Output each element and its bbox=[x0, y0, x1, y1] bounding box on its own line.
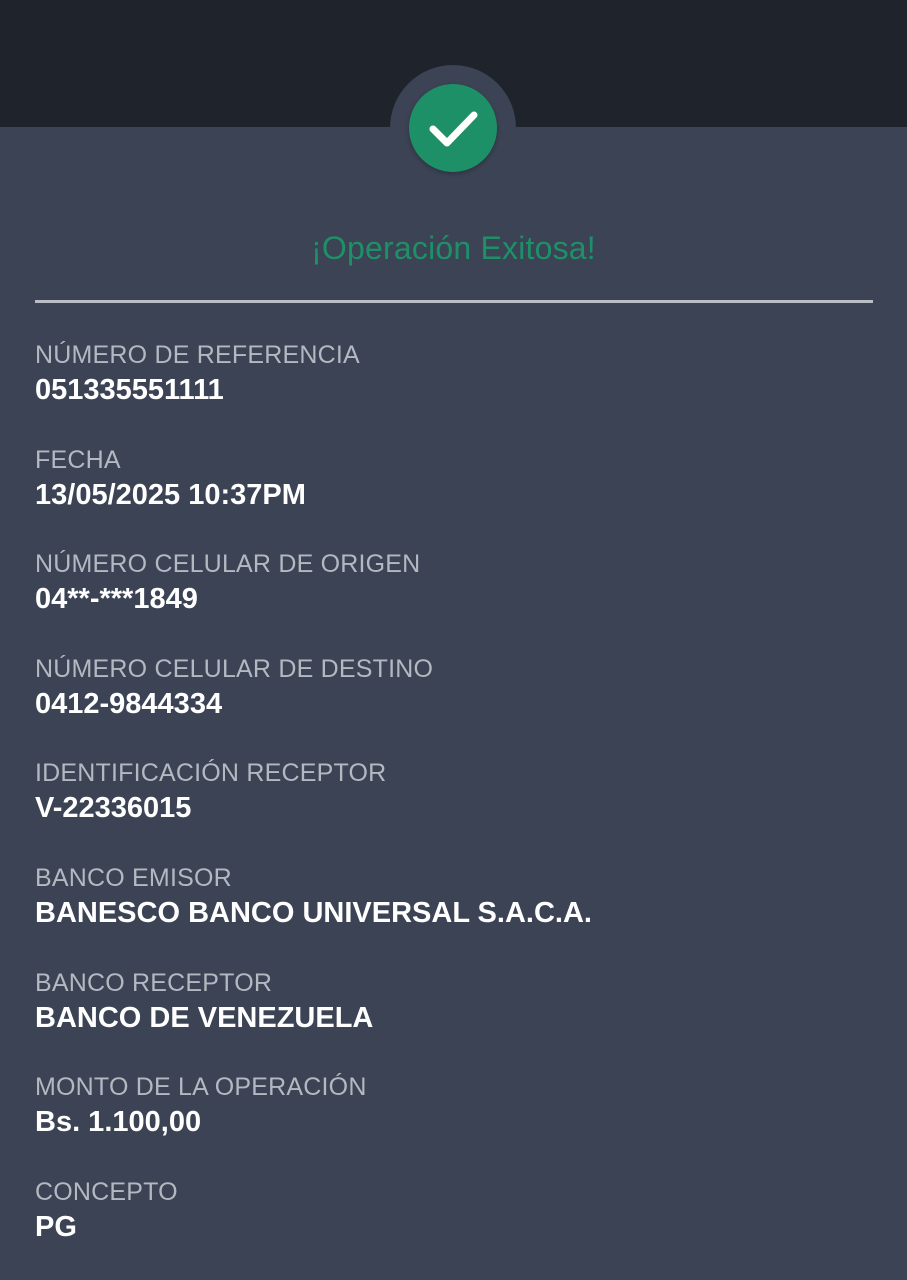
detail-label: NÚMERO CELULAR DE DESTINO bbox=[35, 654, 434, 683]
detail-value: 051335551111 bbox=[35, 374, 224, 406]
detail-reference-number: NÚMERO DE REFERENCIA 051335551111 bbox=[35, 338, 873, 443]
detail-label: IDENTIFICACIÓN RECEPTOR bbox=[35, 759, 387, 788]
detail-label: MONTO DE LA OPERACIÓN bbox=[35, 1073, 367, 1102]
detail-value: 0412-9844334 bbox=[35, 687, 223, 720]
detail-value: BANESCO BANCO UNIVERSAL S.A.C.A. bbox=[35, 896, 592, 929]
detail-label: CONCEPTO bbox=[35, 1177, 178, 1206]
detail-issuing-bank: BANCO EMISOR BANESCO BANCO UNIVERSAL S.A… bbox=[35, 861, 873, 966]
check-icon bbox=[429, 111, 478, 147]
detail-value: BANCO DE VENEZUELA bbox=[35, 1001, 374, 1034]
detail-concept: CONCEPTO PG bbox=[35, 1175, 873, 1280]
detail-value: 04**-***1849 bbox=[35, 583, 198, 616]
detail-value: PG bbox=[35, 1210, 77, 1243]
detail-label: NÚMERO DE REFERENCIA bbox=[35, 341, 360, 369]
detail-value: 13/05/2025 10:37PM bbox=[35, 478, 306, 511]
detail-label: NÚMERO CELULAR DE ORIGEN bbox=[35, 550, 421, 579]
detail-amount: MONTO DE LA OPERACIÓN Bs. 1.100,00 bbox=[35, 1070, 873, 1175]
detail-destination-phone: NÚMERO CELULAR DE DESTINO 0412-9844334 bbox=[35, 652, 873, 757]
status-title: ¡Operación Exitosa! bbox=[311, 230, 596, 266]
detail-date: FECHA 13/05/2025 10:37PM bbox=[35, 443, 873, 548]
detail-label: BANCO EMISOR bbox=[35, 863, 232, 892]
detail-receiving-bank: BANCO RECEPTOR BANCO DE VENEZUELA bbox=[35, 966, 873, 1071]
success-badge bbox=[409, 84, 497, 172]
detail-receiver-id: IDENTIFICACIÓN RECEPTOR V-22336015 bbox=[35, 756, 873, 861]
detail-label: BANCO RECEPTOR bbox=[35, 968, 273, 997]
divider bbox=[35, 300, 873, 303]
detail-value: V-22336015 bbox=[35, 792, 192, 825]
operation-details: NÚMERO DE REFERENCIA 051335551111 FECHA … bbox=[35, 338, 873, 1279]
receipt-screen: ¡Operación Exitosa! NÚMERO DE REFERENCIA… bbox=[0, 0, 907, 1280]
detail-label: FECHA bbox=[35, 445, 121, 474]
detail-value: Bs. 1.100,00 bbox=[35, 1106, 202, 1139]
detail-origin-phone: NÚMERO CELULAR DE ORIGEN 04**-***1849 bbox=[35, 547, 873, 652]
